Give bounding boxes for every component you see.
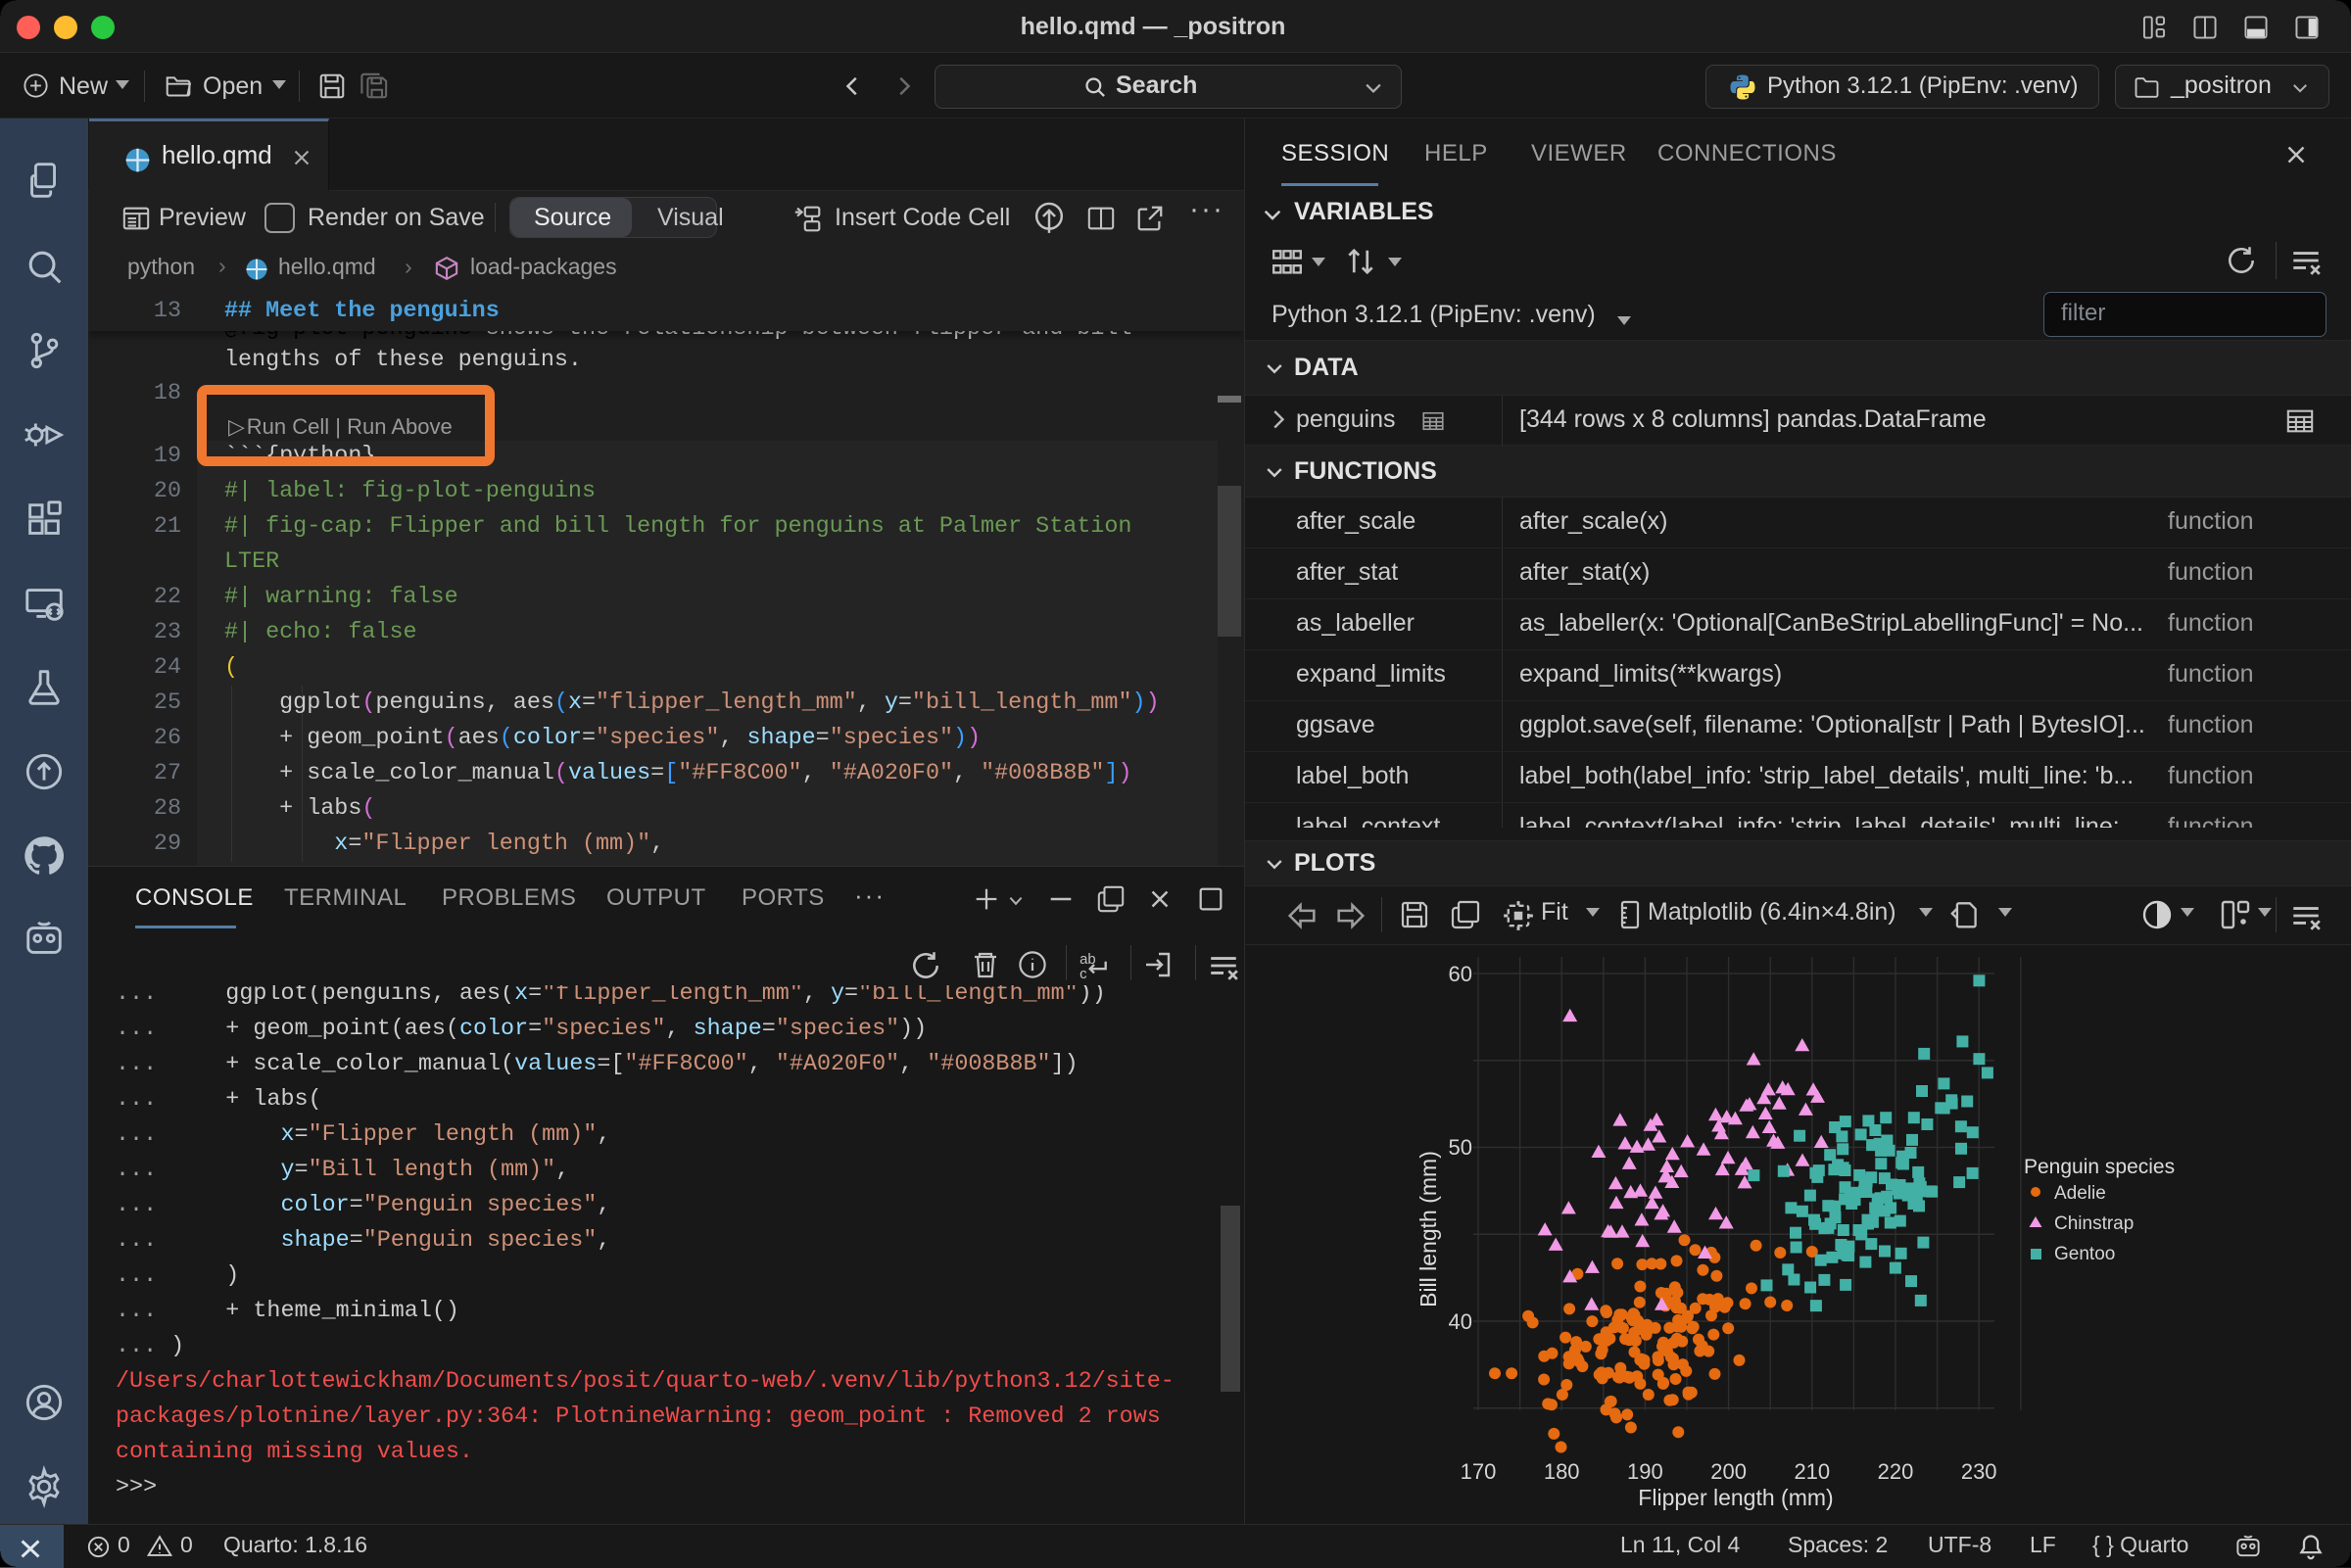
svg-text:170: 170 xyxy=(1461,1459,1497,1484)
svg-text:210: 210 xyxy=(1794,1459,1830,1484)
svg-text:Penguin species: Penguin species xyxy=(2024,1156,2175,1178)
svg-text:200: 200 xyxy=(1710,1459,1747,1484)
svg-text:Chinstrap: Chinstrap xyxy=(2054,1213,2134,1234)
svg-text:Adelie: Adelie xyxy=(2054,1183,2106,1204)
svg-text:230: 230 xyxy=(1961,1459,1997,1484)
svg-text:40: 40 xyxy=(1449,1309,1472,1334)
svg-text:Bill length (mm): Bill length (mm) xyxy=(1415,1151,1441,1307)
svg-text:50: 50 xyxy=(1449,1135,1472,1160)
svg-text:190: 190 xyxy=(1627,1459,1663,1484)
svg-text:180: 180 xyxy=(1544,1459,1580,1484)
svg-text:Gentoo: Gentoo xyxy=(2054,1244,2115,1264)
svg-text:220: 220 xyxy=(1878,1459,1914,1484)
svg-text:Flipper length (mm): Flipper length (mm) xyxy=(1638,1485,1833,1510)
svg-text:60: 60 xyxy=(1449,962,1472,986)
svg-text:c: c xyxy=(1080,967,1087,982)
